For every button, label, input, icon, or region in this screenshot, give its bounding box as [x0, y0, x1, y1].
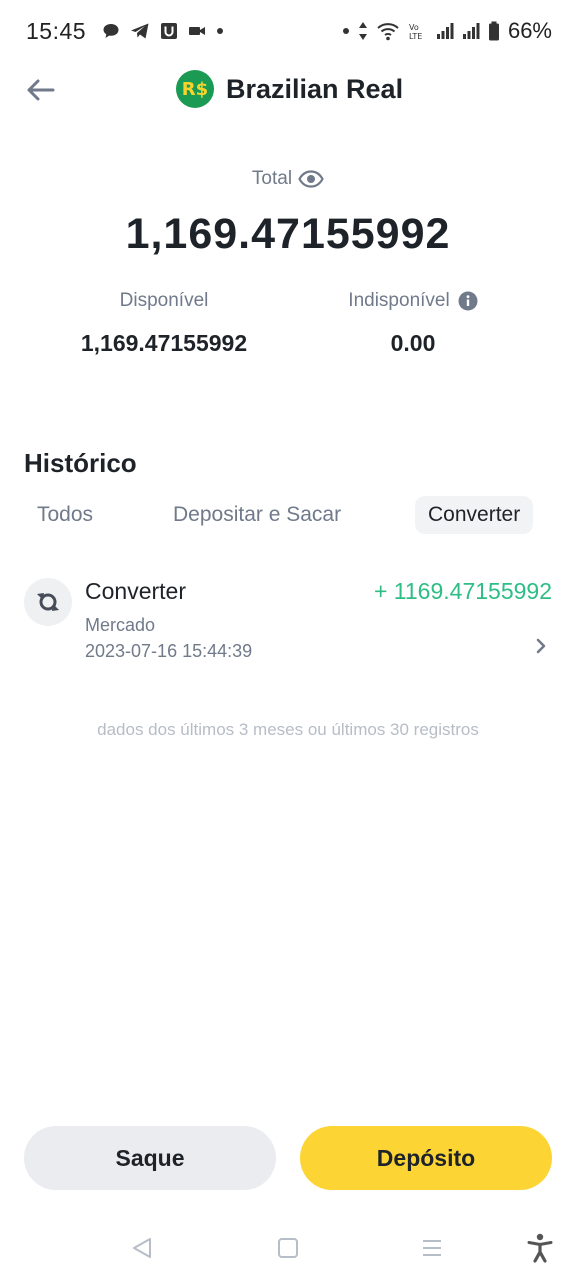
- menu-lines-icon: [423, 1240, 441, 1256]
- back-button[interactable]: [20, 70, 60, 110]
- status-bar: 15:45 Vo LTE 66%: [0, 0, 576, 64]
- square-home-icon: [278, 1238, 298, 1258]
- total-label: Total: [251, 168, 293, 189]
- total-label-row: Total: [0, 168, 576, 190]
- battery-percentage: 66%: [507, 18, 552, 43]
- data-arrows-icon: [358, 22, 367, 40]
- deposit-button[interactable]: Depósito: [300, 1126, 552, 1190]
- arrow-left-icon: [27, 79, 55, 101]
- available-balance: Disponível 1,169.47155992: [34, 290, 294, 357]
- brl-coin-icon: R$: [176, 70, 214, 108]
- battery-icon: [488, 21, 499, 41]
- notification-icons: [102, 22, 224, 40]
- video-icon: [189, 27, 205, 35]
- u-app-icon: [161, 23, 177, 39]
- page-header: R$ Brazilian Real: [0, 60, 576, 120]
- dot-icon: [217, 28, 223, 34]
- nav-back-button[interactable]: [122, 1230, 162, 1266]
- title-group: R$ Brazilian Real: [176, 70, 403, 108]
- accessibility-icon: [527, 1233, 553, 1263]
- system-icons: Vo LTE 66%: [342, 18, 552, 44]
- eye-icon[interactable]: [298, 170, 324, 188]
- available-value: 1,169.47155992: [80, 330, 248, 356]
- tab-converter[interactable]: Converter: [415, 496, 534, 534]
- tab-depositar-e-sacar[interactable]: Depositar e Sacar: [160, 496, 354, 534]
- accessibility-button[interactable]: [520, 1230, 560, 1266]
- transaction-amount: + 1169.47155992: [373, 578, 552, 604]
- chevron-right-icon: [536, 638, 546, 654]
- nav-home-button[interactable]: [268, 1230, 308, 1266]
- transaction-row[interactable]: Converter Mercado 2023-07-16 15:44:39 + …: [0, 570, 576, 670]
- history-title: Histórico: [24, 448, 137, 478]
- signal-icon: [462, 23, 480, 39]
- info-icon[interactable]: [458, 291, 478, 311]
- status-time: 15:45: [26, 18, 87, 44]
- transaction-subtitle: Mercado: [85, 615, 156, 635]
- triangle-back-icon: [133, 1238, 151, 1258]
- unavailable-balance: Indisponível 0.00: [283, 290, 543, 357]
- tab-todos[interactable]: Todos: [24, 496, 106, 534]
- dot-icon: [342, 28, 349, 34]
- transaction-type: Converter: [85, 578, 186, 604]
- convert-icon: [24, 578, 72, 626]
- history-footer-note: dados dos últimos 3 meses ou últimos 30 …: [97, 720, 479, 739]
- unavailable-label: Indisponível: [348, 290, 450, 311]
- svg-text:LTE: LTE: [409, 32, 422, 41]
- system-nav-bar: [0, 1216, 576, 1280]
- unavailable-value: 0.00: [390, 330, 436, 356]
- coin-symbol: R$: [181, 78, 209, 100]
- total-balance-value: 1,169.47155992: [125, 210, 451, 258]
- nav-recents-button[interactable]: [412, 1230, 452, 1266]
- chat-icon: [103, 24, 119, 38]
- withdraw-button[interactable]: Saque: [24, 1126, 276, 1190]
- history-tabs: Todos Depositar e Sacar Converter: [24, 496, 552, 536]
- page-title: Brazilian Real: [226, 73, 404, 104]
- signal-icon: [436, 23, 454, 39]
- available-label: Disponível: [119, 290, 209, 311]
- wifi-icon: [377, 23, 399, 41]
- svg-text:Vo: Vo: [409, 23, 419, 32]
- transaction-datetime: 2023-07-16 15:44:39: [85, 641, 253, 661]
- volte-icon: VoLTE: [409, 23, 422, 41]
- telegram-icon: [131, 23, 149, 39]
